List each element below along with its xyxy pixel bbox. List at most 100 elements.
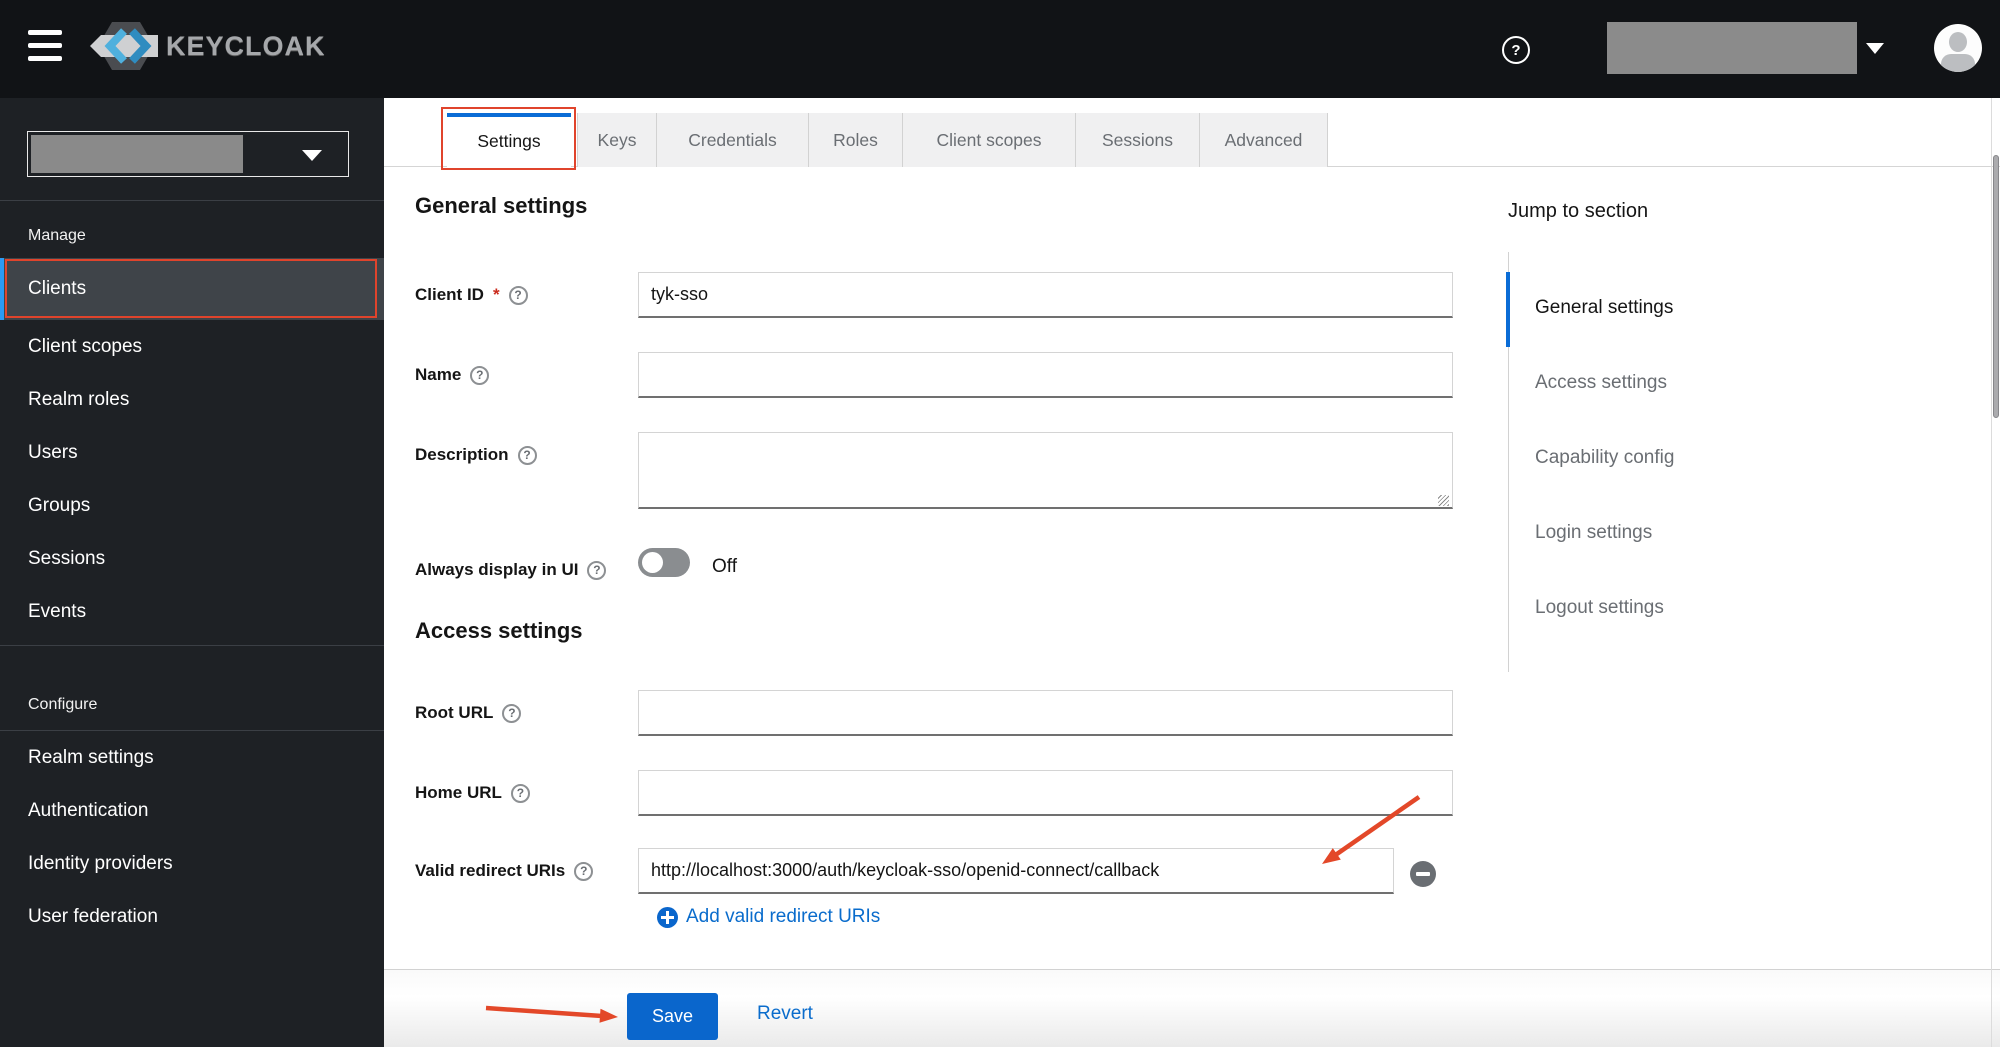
help-glyph: ? (508, 706, 516, 720)
sidebar-item-identity-providers[interactable]: Identity providers (0, 837, 384, 890)
avatar-head (1949, 32, 1967, 52)
jump-active-bar (1506, 272, 1510, 347)
hamburger-bar (28, 42, 62, 48)
name-input[interactable] (638, 352, 1453, 398)
sidebar-item-realm-roles[interactable]: Realm roles (0, 373, 384, 426)
chevron-down-icon[interactable] (302, 150, 322, 161)
tab-client-scopes[interactable]: Client scopes (903, 113, 1076, 167)
sidebar-item-clients[interactable]: Clients (0, 258, 384, 320)
description-label: Description ? (415, 443, 537, 467)
chevron-down-icon[interactable] (1866, 43, 1884, 54)
realm-selector[interactable] (27, 131, 349, 177)
sidebar-item-sessions[interactable]: Sessions (0, 532, 384, 585)
valid-redirect-label: Valid redirect URIs ? (415, 859, 594, 883)
sidebar-item-authentication[interactable]: Authentication (0, 784, 384, 837)
jump-link-general-settings[interactable]: General settings (1535, 270, 1674, 345)
label-text: Valid redirect URIs (415, 861, 566, 880)
resize-handle-icon[interactable] (1438, 495, 1449, 506)
tab-sessions[interactable]: Sessions (1076, 113, 1200, 167)
help-glyph: ? (514, 288, 522, 302)
help-icon[interactable]: ? (574, 861, 594, 881)
toggle-knob (642, 552, 663, 573)
label-text: Description (415, 445, 509, 464)
general-settings-heading: General settings (415, 193, 588, 218)
tab-credentials[interactable]: Credentials (657, 113, 809, 167)
manage-nav-list: Client scopes Realm roles Users Groups S… (0, 320, 384, 638)
help-glyph: ? (580, 864, 588, 878)
required-asterisk: * (492, 285, 500, 304)
label-text: Name (415, 365, 462, 384)
help-glyph: ? (476, 368, 484, 382)
masthead: KEYCLOAK ? (0, 0, 2000, 98)
sidebar-item-realm-settings[interactable]: Realm settings (0, 731, 384, 784)
scrollbar-thumb[interactable] (1993, 155, 1999, 418)
help-icon[interactable]: ? (502, 703, 522, 723)
redacted-username[interactable] (1607, 22, 1857, 74)
add-redirect-uri-button[interactable]: Add valid redirect URIs (657, 906, 880, 928)
label-text: Client ID (415, 285, 484, 304)
jump-to-section-title: Jump to section (1508, 200, 1649, 222)
remove-redirect-uri-icon[interactable] (1410, 861, 1436, 887)
jump-link-access-settings[interactable]: Access settings (1535, 345, 1674, 420)
toggle-state-label: Off (712, 556, 737, 577)
jump-link-logout-settings[interactable]: Logout settings (1535, 570, 1674, 645)
save-button[interactable]: Save (627, 993, 718, 1040)
add-redirect-label: Add valid redirect URIs (686, 906, 881, 927)
revert-button[interactable]: Revert (757, 1003, 813, 1025)
help-glyph: ? (516, 786, 525, 800)
help-icon[interactable]: ? (1502, 36, 1530, 64)
sidebar-item-client-scopes[interactable]: Client scopes (0, 320, 384, 373)
nav-group-manage: Manage (28, 227, 86, 244)
hamburger-bar (28, 29, 62, 35)
menu-toggle-icon[interactable] (28, 28, 64, 70)
scrollbar-track[interactable] (1991, 98, 1992, 1047)
tab-advanced[interactable]: Advanced (1200, 113, 1328, 167)
access-settings-heading: Access settings (415, 618, 583, 643)
root-url-input[interactable] (638, 690, 1453, 736)
help-icon[interactable]: ? (510, 783, 530, 803)
client-id-input[interactable] (638, 272, 1453, 318)
tab-settings[interactable]: Settings (447, 113, 571, 168)
help-glyph: ? (523, 448, 531, 462)
sidebar-divider (0, 200, 384, 201)
always-display-label: Always display in UI ? (415, 558, 607, 582)
sidebar-divider (0, 645, 384, 646)
help-icon[interactable]: ? (587, 560, 607, 580)
sidebar-item-groups[interactable]: Groups (0, 479, 384, 532)
name-label: Name ? (415, 363, 490, 387)
avatar[interactable] (1934, 24, 1982, 72)
tab-roles[interactable]: Roles (809, 113, 903, 167)
jump-link-capability-config[interactable]: Capability config (1535, 420, 1674, 495)
help-icon[interactable]: ? (517, 445, 537, 465)
home-url-input[interactable] (638, 770, 1453, 816)
label-text: Root URL (415, 703, 494, 722)
root-url-label: Root URL ? (415, 701, 522, 725)
help-glyph: ? (593, 563, 601, 577)
sidebar-item-events[interactable]: Events (0, 585, 384, 638)
home-url-label: Home URL ? (415, 781, 530, 805)
tab-keys[interactable]: Keys (577, 113, 657, 167)
sidebar-item-user-federation[interactable]: User federation (0, 890, 384, 943)
keycloak-admin-console: KEYCLOAK ? Manage Clients Client scopes … (0, 0, 2000, 1047)
client-id-label: Client ID * ? (415, 283, 528, 307)
avatar-body (1941, 54, 1975, 72)
minus-glyph (1416, 872, 1430, 876)
brand-title: KEYCLOAK (166, 30, 326, 61)
help-icon[interactable]: ? (508, 285, 528, 305)
hamburger-bar (28, 55, 62, 61)
jump-link-login-settings[interactable]: Login settings (1535, 495, 1674, 570)
client-tabs: Settings Keys Credentials Roles Client s… (447, 113, 1328, 168)
redacted-realm-name (31, 135, 243, 173)
sidebar-item-label: Clients (28, 278, 87, 299)
nav-group-configure: Configure (28, 696, 98, 713)
label-text: Home URL (415, 783, 502, 802)
label-text: Always display in UI (415, 560, 579, 579)
help-icon[interactable]: ? (470, 365, 490, 385)
description-textarea[interactable] (638, 432, 1453, 509)
valid-redirect-input[interactable] (638, 848, 1394, 894)
keycloak-logo-icon (90, 22, 158, 70)
help-glyph: ? (1511, 41, 1521, 59)
jump-link-list: General settings Access settings Capabil… (1535, 270, 1674, 645)
sidebar-item-users[interactable]: Users (0, 426, 384, 479)
always-display-toggle[interactable] (638, 548, 690, 577)
